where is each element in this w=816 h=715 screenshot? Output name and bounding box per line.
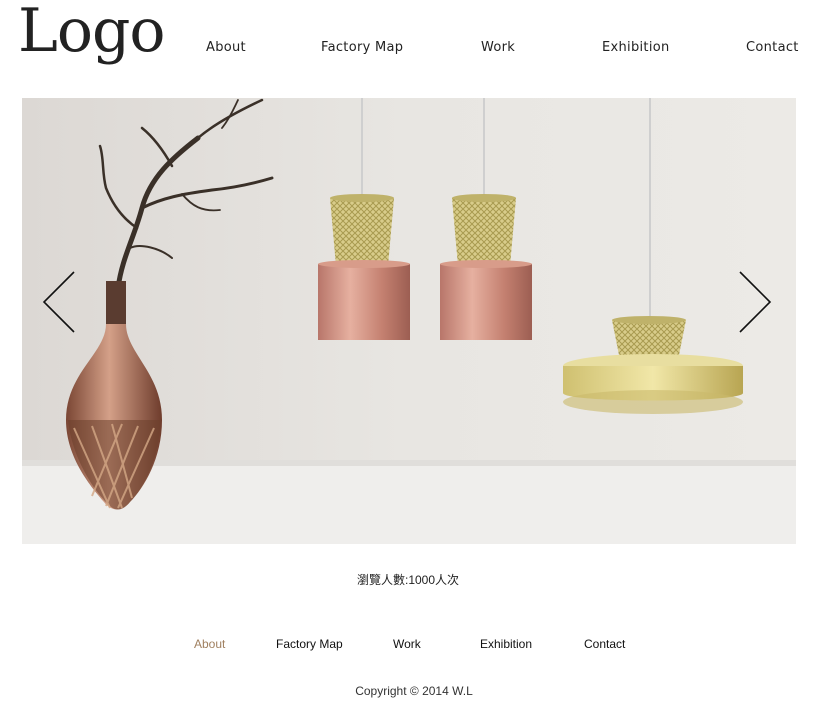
footer-nav-factory-map[interactable]: Factory Map xyxy=(276,637,343,651)
site-logo[interactable]: Logo xyxy=(18,0,165,66)
hero-image xyxy=(22,98,796,544)
visitor-counter: 瀏覽人數:1000人次 xyxy=(356,573,460,587)
nav-work[interactable]: Work xyxy=(481,40,515,55)
hero-slideshow xyxy=(22,98,796,544)
nav-factory-map[interactable]: Factory Map xyxy=(321,40,403,55)
previous-slide-button[interactable] xyxy=(40,268,80,338)
nav-about[interactable]: About xyxy=(206,40,246,55)
footer-nav-about[interactable]: About xyxy=(194,637,225,651)
footer-nav-work[interactable]: Work xyxy=(393,637,421,651)
footer-nav-contact[interactable]: Contact xyxy=(584,637,625,651)
copyright: Copyright © 2014 W.L xyxy=(355,684,473,698)
nav-exhibition[interactable]: Exhibition xyxy=(602,40,670,55)
nav-contact[interactable]: Contact xyxy=(746,40,799,55)
next-slide-button[interactable] xyxy=(736,268,776,338)
footer-nav-exhibition[interactable]: Exhibition xyxy=(480,637,532,651)
